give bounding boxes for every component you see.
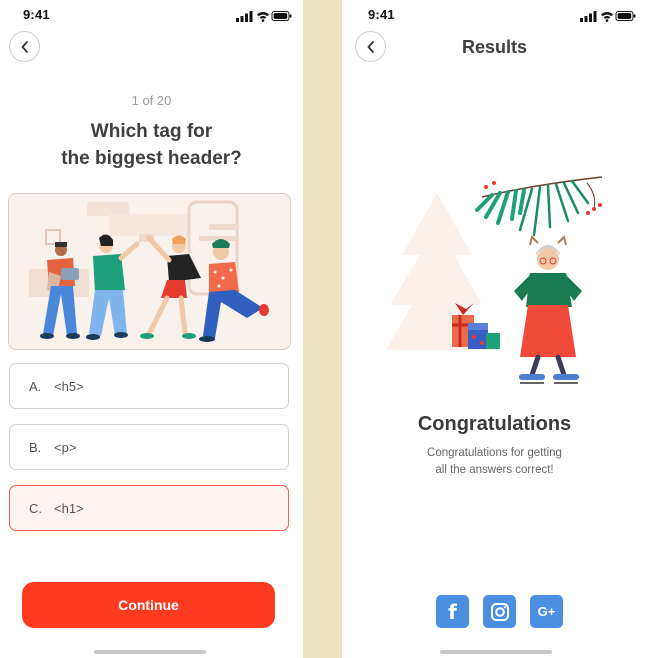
option-a-label: <h5> <box>54 378 84 394</box>
option-c[interactable]: C. <h1> <box>9 485 289 531</box>
instagram-icon <box>490 602 509 621</box>
question-title: Which tag for the biggest header? <box>0 118 303 172</box>
message-line-2: all the answers correct! <box>435 464 554 476</box>
results-screen: 9:41 Results Congratulations Congratulat… <box>342 0 647 658</box>
home-indicator <box>94 650 206 654</box>
results-illustration <box>382 175 612 390</box>
signal-wifi-battery-icon <box>236 11 292 22</box>
option-b-key: B. <box>29 439 42 455</box>
status-icons <box>580 9 636 27</box>
status-time: 9:41 <box>368 7 395 22</box>
google-plus-share-button[interactable]: G+ <box>530 595 563 628</box>
screen-divider <box>303 0 342 658</box>
option-a[interactable]: A. <h5> <box>9 363 289 409</box>
question-progress: 1 of 20 <box>131 93 172 108</box>
back-button[interactable] <box>9 31 40 62</box>
status-time: 9:41 <box>23 7 50 22</box>
people-illustration <box>29 200 269 342</box>
option-b-label: <p> <box>54 439 77 455</box>
home-indicator <box>440 650 552 654</box>
google-plus-icon: G+ <box>537 604 556 619</box>
celebration-illustration <box>386 176 603 384</box>
congratulations-heading: Congratulations <box>417 413 572 435</box>
question-line-1: Which tag for <box>90 121 213 142</box>
quiz-screen: 9:41 1 of 20 Which tag for the biggest h… <box>0 0 303 658</box>
status-icons <box>236 9 292 27</box>
results-title: Results <box>461 37 528 57</box>
option-c-label: <h1> <box>54 500 84 516</box>
question-line-2: the biggest header? <box>61 148 242 169</box>
option-b[interactable]: B. <p> <box>9 424 289 470</box>
signal-wifi-battery-icon <box>580 11 636 22</box>
message-line-1: Congratulations for getting <box>427 447 562 459</box>
facebook-share-button[interactable]: f <box>436 595 469 628</box>
option-a-key: A. <box>29 378 42 394</box>
quiz-illustration <box>8 193 291 350</box>
instagram-share-button[interactable] <box>483 595 516 628</box>
option-c-key: C. <box>29 500 42 516</box>
continue-button[interactable]: Continue <box>22 582 275 628</box>
chevron-left-icon <box>21 40 28 53</box>
facebook-icon: f <box>448 599 457 624</box>
congratulations-message: Congratulations for getting all the answ… <box>342 445 647 479</box>
